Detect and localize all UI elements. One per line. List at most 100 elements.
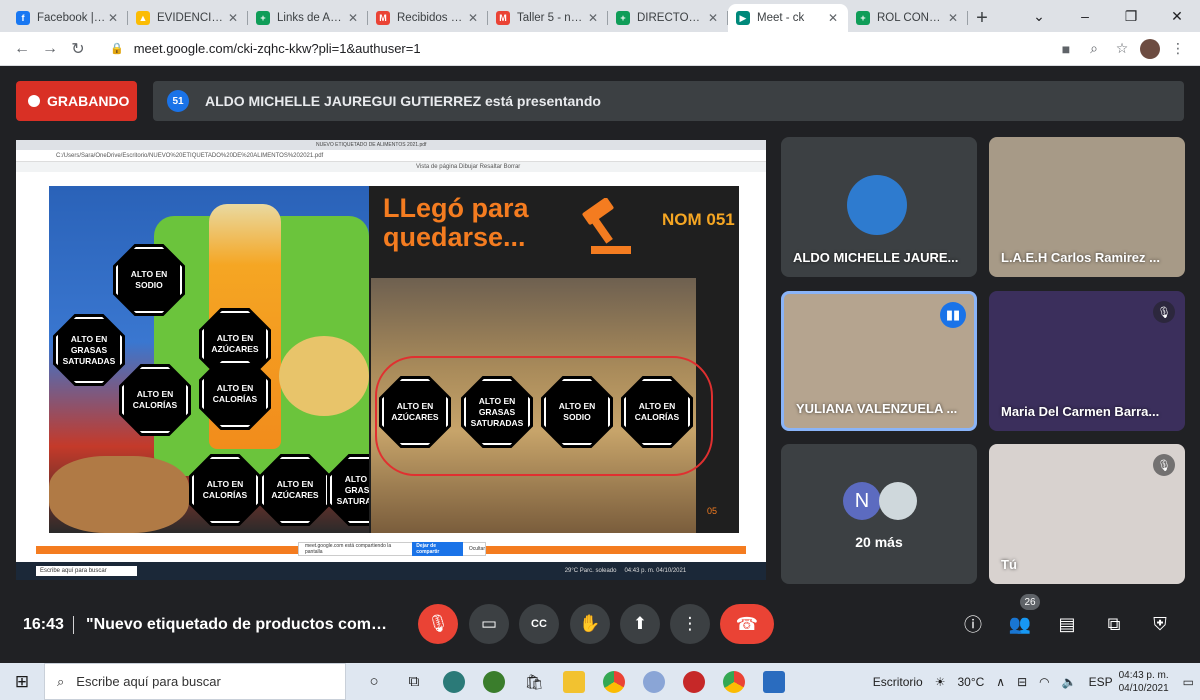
mic-off-icon: 🎙 [427,614,449,633]
url-input[interactable]: 🔒 meet.google.com/cki-zqhc-kkw?pli=1&aut… [100,34,1044,63]
more-options-button[interactable]: ⋮ [670,604,710,644]
zoom-icon[interactable]: ⌕ [1080,35,1108,63]
photos-icon[interactable] [754,663,794,700]
desktop-label[interactable]: Escritorio [873,675,923,689]
windows-start-icon[interactable]: ⊞ [0,663,44,700]
tab-favicon-icon: + [616,11,630,25]
forward-button[interactable]: → [36,35,64,63]
language-indicator[interactable]: ESP [1089,675,1113,689]
tab-title: ROL CONFERE [877,12,946,24]
task-view-icon[interactable]: ⧉ [394,663,434,700]
store-icon[interactable]: 🛍 [514,663,554,700]
browser-tab[interactable]: + DIRECTORIO ✕ [608,4,728,32]
notifications-icon[interactable]: ▭ [1183,675,1194,689]
volume-icon[interactable]: 🔈 [1062,675,1077,689]
inner-tool-text: Vista de página Dibujar Resaltar Borrar [416,164,521,170]
activities-button[interactable]: ⧉ [1099,609,1129,639]
app-icon-2[interactable] [474,663,514,700]
reload-button[interactable]: ↻ [64,35,92,63]
more-participants-label: 20 más [855,534,903,550]
participant-tile-self[interactable]: 🎙 Tú [989,444,1185,584]
camera-icon[interactable]: ■ [1052,35,1080,63]
tab-close-icon[interactable]: ✕ [466,11,480,25]
participant-tile-yuliana[interactable]: ▮▮ YULIANA VALENZUELA ... [781,291,977,431]
network-icon[interactable]: ⊟ [1017,675,1027,689]
tab-title: EVIDENCIAS D [157,12,226,24]
tab-close-icon[interactable]: ✕ [826,11,840,25]
tab-close-icon[interactable]: ✕ [946,11,960,25]
raise-hand-button[interactable]: ✋ [570,604,610,644]
browser-tab[interactable]: + Links de Asist ✕ [248,4,368,32]
tab-close-icon[interactable]: ✕ [586,11,600,25]
participant-name: ALDO MICHELLE JAURE... [793,250,959,265]
tab-close-icon[interactable]: ✕ [106,11,120,25]
cookies-shape [49,456,189,533]
host-controls-button[interactable]: ⛨ [1145,609,1175,639]
present-button[interactable]: ⬆ [620,604,660,644]
mic-toggle-button[interactable]: 🎙 [418,604,458,644]
camera-toggle-button[interactable]: ▭ [469,604,509,644]
app-icon-3[interactable] [674,663,714,700]
chrome-icon[interactable] [594,663,634,700]
browser-tab[interactable]: M Recibidos (56) ✕ [368,4,488,32]
taskbar-search-text: Escribe aquí para buscar [76,674,221,689]
tab-close-icon[interactable]: ✕ [346,11,360,25]
tab-close-icon[interactable]: ✕ [706,11,720,25]
participants-button[interactable]: 👥 [1005,609,1035,639]
menu-icon[interactable]: ⋮ [1164,35,1192,63]
taskbar-search-input[interactable]: ⌕ Escribe aquí para buscar [44,663,346,700]
temperature[interactable]: 30°C [957,675,984,689]
participant-tile-maria[interactable]: 🎙 Maria Del Carmen Barra... [989,291,1185,431]
browser-tab[interactable]: M Taller 5 - nadi ✕ [488,4,608,32]
chat-icon: ▤ [1058,613,1076,634]
search-icon: ⌕ [57,673,65,689]
browser-tab[interactable]: f Facebook | Ent✕ [8,4,128,32]
participant-tile-aldo[interactable]: ALDO MICHELLE JAURE... [781,137,977,277]
maximize-button[interactable]: ❐ [1108,0,1154,32]
participant-avatar [847,175,907,235]
captions-button[interactable]: CC [519,604,559,644]
presenting-banner: 51 ALDO MICHELLE JAUREGUI GUTIERREZ está… [153,81,1184,121]
browser-tab[interactable]: ▶ Meet - ck ✕ [728,4,848,32]
windows-taskbar: ⊞ ⌕ Escribe aquí para buscar ○ ⧉ 🛍 Escri… [0,663,1200,700]
browser-tab[interactable]: + ROL CONFERE✕ [848,4,968,32]
system-clock[interactable]: 04:43 p. m. 04/10/2021 [1119,669,1169,695]
tab-search-icon[interactable]: ⌄ [1016,0,1062,32]
r-app-icon[interactable] [634,663,674,700]
participant-name: L.A.E.H Carlos Ramirez ... [1001,250,1160,265]
meeting-details-button[interactable]: ⓘ [958,609,988,639]
participant-tile-more[interactable]: N 20 más [781,444,977,584]
stop-sharing-button[interactable]: Dejar de compartir [412,542,463,556]
inner-pdf-toolbar: Vista de página Dibujar Resaltar Borrar [16,162,766,172]
participant-count-badge: 26 [1020,594,1040,610]
warning-octagon-label: ALTO EN CALORÍAS [202,361,268,427]
chrome-active-icon[interactable] [714,663,754,700]
tab-title: Meet - ck [757,12,805,24]
hangup-icon: ☎ [735,613,759,634]
close-window-button[interactable]: ✕ [1154,0,1200,32]
chat-button[interactable]: ▤ [1052,609,1082,639]
tray-up-icon[interactable]: ∧ [996,675,1005,689]
profile-avatar[interactable] [1136,35,1164,63]
file-explorer-icon[interactable] [554,663,594,700]
cortana-icon[interactable]: ○ [354,663,394,700]
meet-main: GRABANDO 51 ALDO MICHELLE JAUREGUI GUTIE… [0,66,1200,663]
new-tab-button[interactable]: + [968,4,996,32]
shared-screen[interactable]: NUEVO ETIQUETADO DE ALIMENTOS 2021.pdf C… [16,140,766,580]
wifi-icon[interactable]: ◠ [1039,675,1049,689]
tab-close-icon[interactable]: ✕ [226,11,240,25]
browser-tab[interactable]: ▲ EVIDENCIAS D✕ [128,4,248,32]
warning-octagon-label: ALTO EN CALORÍAS [122,367,188,433]
back-button[interactable]: ← [8,35,36,63]
hide-toast-button[interactable]: Ocultar [469,546,485,552]
tab-favicon-icon: ▶ [736,11,750,25]
bookmark-star-icon[interactable]: ☆ [1108,35,1136,63]
minimize-button[interactable]: – [1062,0,1108,32]
inner-taskbar-search: Escribe aquí para buscar [36,566,137,576]
tab-title: Links de Asist [277,12,346,24]
end-call-button[interactable]: ☎ [720,604,774,644]
app-icon-1[interactable] [434,663,474,700]
participant-tile-carlos[interactable]: L.A.E.H Carlos Ramirez ... [989,137,1185,277]
recording-indicator[interactable]: GRABANDO [16,81,137,121]
inner-clock: 04:43 p. m. 04/10/2021 [624,568,687,574]
